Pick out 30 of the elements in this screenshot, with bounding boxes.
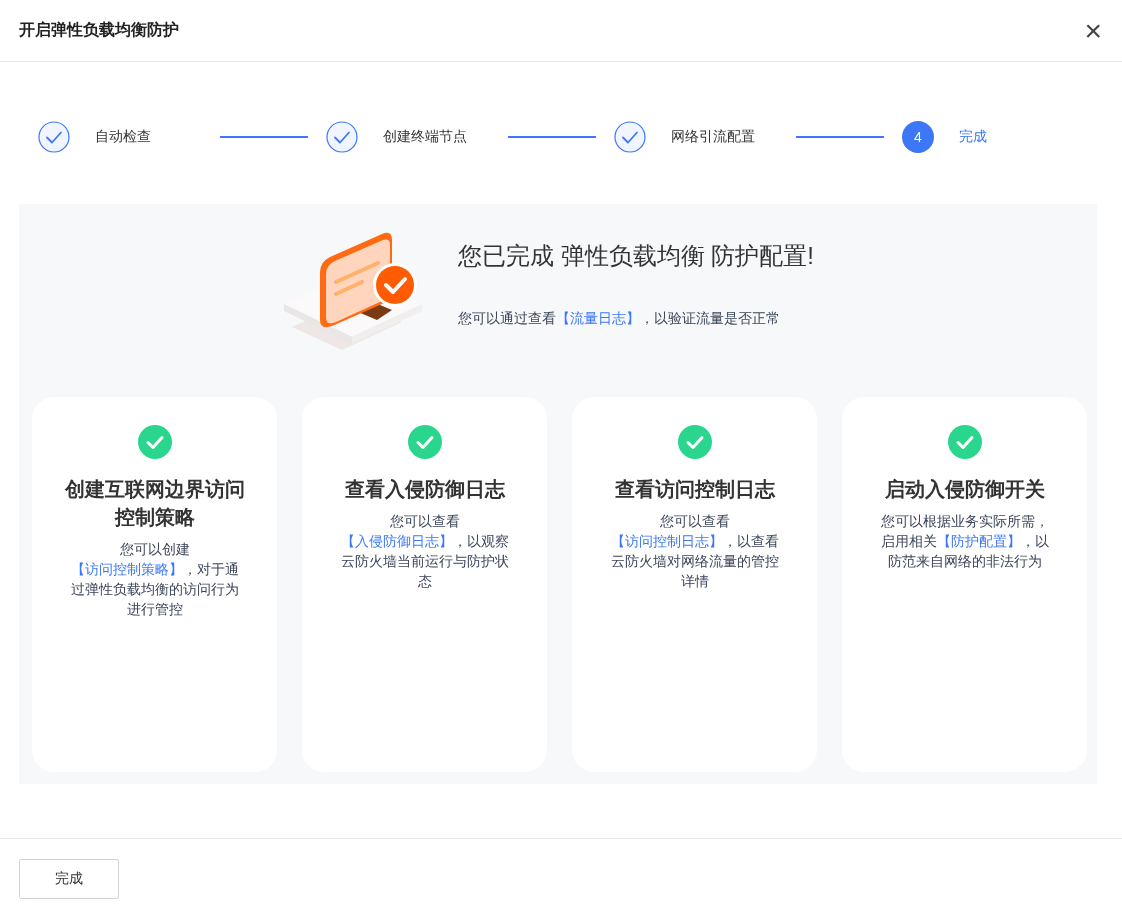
step-number: 4 <box>902 121 934 153</box>
card-link[interactable]: 【入侵防御日志】 <box>340 533 453 549</box>
check-circle-icon <box>676 424 713 460</box>
result-hint: 您可以通过查看【流量日志】，以验证流量是否正常 <box>458 310 781 328</box>
card-title: 查看访问控制日志 <box>613 477 776 502</box>
check-circle-icon <box>614 121 646 153</box>
dialog-title: 开启弹性负载均衡防护 <box>19 20 179 40</box>
check-circle-icon <box>946 424 983 460</box>
card-link[interactable]: 【访问控制日志】 <box>610 533 723 549</box>
check-circle-icon <box>406 424 443 460</box>
card-link[interactable]: 【访问控制策略】 <box>70 561 183 577</box>
close-button[interactable]: × <box>1080 15 1106 46</box>
result-title: 您已完成 弹性负载均衡 防护配置! <box>458 241 815 271</box>
step-label: 创建终端节点 <box>383 128 467 146</box>
step-label: 完成 <box>959 128 987 146</box>
card-title: 查看入侵防御日志 <box>343 477 506 502</box>
card-description: 您可以查看 【入侵防御日志】，以观察云防火墙当前运行与防护状态 <box>339 512 510 591</box>
check-circle-icon <box>136 424 173 460</box>
card-description: 您可以根据业务实际所需，启用相关【防护配置】，以防范来自网络的非法行为 <box>879 512 1050 571</box>
check-circle-icon <box>326 121 358 153</box>
card-description: 您可以创建 【访问控制策略】，对于通过弹性负载均衡的访问行为进行管控 <box>69 540 240 619</box>
card-link[interactable]: 【防护配置】 <box>936 533 1021 549</box>
check-circle-icon <box>38 121 70 153</box>
finish-button[interactable]: 完成 <box>19 859 119 899</box>
flow-log-link[interactable]: 【流量日志】 <box>556 310 640 326</box>
card-title: 启动入侵防御开关 <box>883 477 1046 502</box>
card-description: 您可以查看 【访问控制日志】，以查看云防火墙对网络流量的管控详情 <box>609 512 780 591</box>
step-label: 网络引流配置 <box>671 128 755 146</box>
card-title: 创建互联网边界访问控制策略 <box>63 477 246 530</box>
step-label: 自动检查 <box>95 128 151 146</box>
